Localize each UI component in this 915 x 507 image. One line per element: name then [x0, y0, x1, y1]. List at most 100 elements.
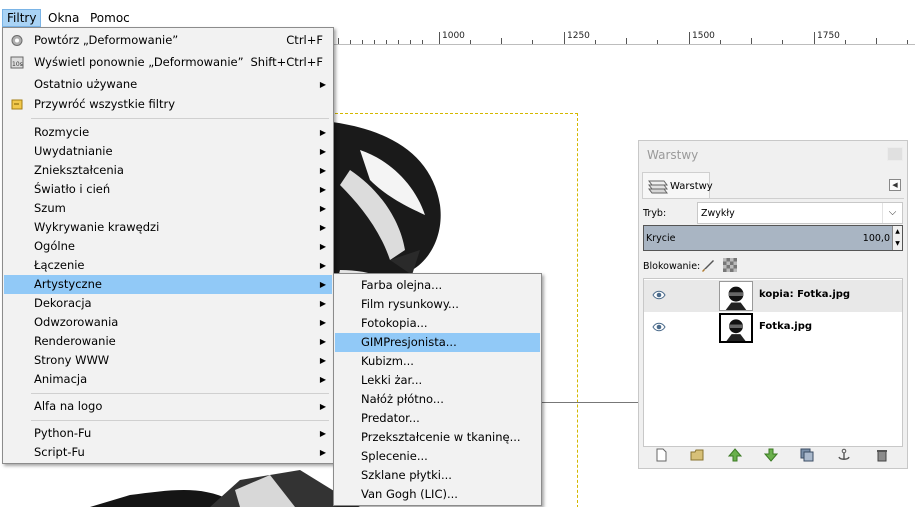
menu-item-weave[interactable]: Splecenie...	[335, 447, 540, 466]
menu-item-van-gogh[interactable]: Van Gogh (LIC)...	[335, 485, 540, 504]
new-layer-icon[interactable]	[654, 448, 668, 462]
menu-item-shortcut: Shift+Ctrl+F	[250, 55, 324, 69]
menu-item-web[interactable]: Strony WWW ▶	[4, 351, 332, 370]
layers-toolbar	[643, 447, 903, 465]
mode-select[interactable]: Zwykły ⌵	[697, 202, 903, 224]
menu-item-decor[interactable]: Dekoracja ▶	[4, 294, 332, 313]
menu-item-noise[interactable]: Szum ▶	[4, 199, 332, 218]
ruler-label: 1000	[442, 31, 465, 41]
submenu-arrow-icon: ▶	[319, 166, 326, 175]
menu-item-label: Splecenie...	[361, 449, 428, 463]
menu-item-map[interactable]: Odwzorowania ▶	[4, 313, 332, 332]
menu-item-label: Zniekształcenia	[34, 163, 124, 177]
menu-item-animation[interactable]: Animacja ▶	[4, 370, 332, 389]
menu-item-label: Strony WWW	[34, 353, 110, 367]
menu-item-label: Wyświetl ponownie „Deformowanie”	[34, 55, 244, 69]
menu-item-label: Van Gogh (LIC)...	[361, 487, 458, 501]
repeat-icon	[11, 35, 23, 46]
duplicate-layer-icon[interactable]	[800, 448, 814, 462]
menu-item-artistic[interactable]: Artystyczne ▶	[4, 275, 332, 294]
menu-item-enhance[interactable]: Uwydatnianie ▶	[4, 142, 332, 161]
menu-item-generic[interactable]: Ogólne ▶	[4, 237, 332, 256]
lower-layer-icon[interactable]	[764, 448, 778, 462]
layer-name: Fotka.jpg	[759, 321, 813, 332]
submenu-arrow-icon: ▶	[319, 204, 326, 213]
menu-item-clothify[interactable]: Przekształcenie w tkaninę...	[335, 428, 540, 447]
menu-item-label: Powtórz „Deformowanie”	[34, 33, 179, 47]
menu-item-label: Film rysunkowy...	[361, 297, 459, 311]
menu-filters[interactable]: Filtry	[2, 9, 42, 27]
menu-item-blur[interactable]: Rozmycie ▶	[4, 123, 332, 142]
menu-item-soft-glow[interactable]: Lekki żar...	[335, 371, 540, 390]
opacity-spinner[interactable]: ▲ ▼	[892, 226, 902, 250]
menu-help[interactable]: Pomoc	[86, 9, 134, 27]
ruler-label: 1250	[567, 31, 590, 41]
menu-item-gimpressionist[interactable]: GIMPresjonista...	[335, 333, 540, 352]
layers-dialog: Warstwy Warstwy ◀ Tryb: Zwykły ⌵ Krycie …	[638, 140, 908, 469]
raise-layer-icon[interactable]	[728, 448, 742, 462]
menu-item-label: Farba olejna...	[361, 278, 443, 292]
new-group-icon[interactable]	[690, 448, 704, 462]
menu-item-label: GIMPresjonista...	[361, 335, 457, 349]
anchor-layer-icon[interactable]	[837, 448, 851, 462]
reshow-icon: 10s	[10, 56, 24, 69]
layer-row[interactable]: kopia: Fotka.jpg	[644, 280, 902, 312]
eye-icon[interactable]	[652, 290, 666, 300]
layer-name: kopia: Fotka.jpg	[759, 289, 851, 300]
layer-list: kopia: Fotka.jpg Fotka.jpg	[643, 278, 903, 447]
menu-item-oilify[interactable]: Farba olejna...	[335, 276, 540, 295]
menu-item-script-fu[interactable]: Script-Fu ▶	[4, 443, 332, 462]
lock-alpha-icon[interactable]	[723, 258, 737, 272]
tab-layers[interactable]: Warstwy	[642, 172, 713, 199]
close-button[interactable]	[887, 147, 903, 161]
menu-item-label: Uwydatnianie	[34, 144, 113, 158]
menu-item-render[interactable]: Renderowanie ▶	[4, 332, 332, 351]
menu-item-glass-tile[interactable]: Szklane płytki...	[335, 466, 540, 485]
delete-layer-icon[interactable]	[875, 448, 889, 462]
opacity-value: 100,0	[862, 233, 890, 244]
menu-item-label: Alfa na logo	[34, 399, 103, 413]
menu-item-cartoon[interactable]: Film rysunkowy...	[335, 295, 540, 314]
menu-item-alpha-to-logo[interactable]: Alfa na logo ▶	[4, 397, 332, 416]
menu-windows[interactable]: Okna	[44, 9, 83, 27]
menu-item-repeat-filter[interactable]: Powtórz „Deformowanie” Ctrl+F	[4, 31, 332, 50]
menu-item-edge-detect[interactable]: Wykrywanie krawędzi ▶	[4, 218, 332, 237]
menu-item-cubism[interactable]: Kubizm...	[335, 352, 540, 371]
menu-item-python-fu[interactable]: Python-Fu ▶	[4, 424, 332, 443]
menu-item-combine[interactable]: Łączenie ▶	[4, 256, 332, 275]
menu-item-label: Szklane płytki...	[361, 468, 452, 482]
menu-item-predator[interactable]: Predator...	[335, 409, 540, 428]
eye-icon[interactable]	[652, 322, 666, 332]
submenu-arrow-icon: ▶	[319, 280, 326, 289]
chevron-down-icon: ⌵	[882, 203, 902, 223]
layer-row[interactable]: Fotka.jpg	[644, 312, 902, 344]
menu-item-label: Nałóż płótno...	[361, 392, 444, 406]
horizontal-ruler: 1000 1250 1500 1750	[333, 31, 915, 45]
menu-item-label: Rozmycie	[34, 125, 90, 139]
menu-item-label: Predator...	[361, 411, 420, 425]
menu-item-label: Łączenie	[34, 258, 85, 272]
menu-item-photocopy[interactable]: Fotokopia...	[335, 314, 540, 333]
menu-item-distorts[interactable]: Zniekształcenia ▶	[4, 161, 332, 180]
submenu-arrow-icon: ▶	[319, 261, 326, 270]
menu-item-label: Ostatnio używane	[34, 77, 138, 91]
layers-icon	[648, 180, 668, 194]
menu-item-label: Renderowanie	[34, 334, 116, 348]
layer-thumbnail	[719, 281, 753, 311]
menu-item-label: Script-Fu	[34, 445, 85, 459]
tab-label: Warstwy	[670, 181, 713, 192]
menu-item-apply-canvas[interactable]: Nałóż płótno...	[335, 390, 540, 409]
tab-menu-button[interactable]: ◀	[889, 179, 901, 191]
lock-pixels-brush-icon[interactable]	[701, 258, 715, 272]
ruler-label: 1750	[817, 31, 840, 41]
menu-item-light-shadow[interactable]: Światło i cień ▶	[4, 180, 332, 199]
menu-item-recently-used[interactable]: Ostatnio używane ▶	[4, 75, 332, 94]
submenu-arrow-icon: ▶	[319, 128, 326, 137]
menu-item-reset-filters[interactable]: Przywróć wszystkie filtry	[4, 95, 332, 114]
menu-item-reshow-filter[interactable]: 10s Wyświetl ponownie „Deformowanie” Shi…	[4, 53, 332, 72]
menu-item-label: Wykrywanie krawędzi	[34, 220, 160, 234]
submenu-arrow-icon: ▶	[319, 429, 326, 438]
lock-label: Blokowanie:	[643, 261, 701, 272]
submenu-arrow-icon: ▶	[319, 402, 326, 411]
opacity-slider[interactable]: Krycie 100,0 ▲ ▼	[643, 225, 903, 251]
